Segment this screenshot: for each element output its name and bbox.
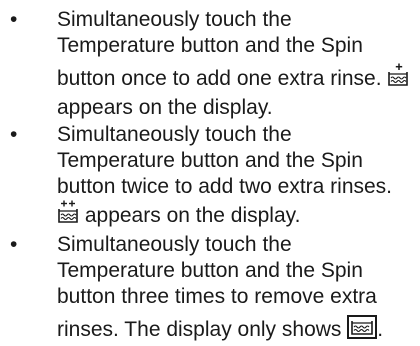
instruction-list: • Simultaneously touch the Temperature b…	[0, 0, 420, 341]
list-item: • Simultaneously touch the Temperature b…	[0, 122, 420, 232]
item-line: Simultaneously touch the	[57, 123, 292, 146]
item-line: Temperature button and the Spin	[57, 34, 363, 57]
item-line: Temperature button and the Spin	[57, 149, 363, 172]
item-line: button three times to remove extra	[57, 285, 377, 308]
item-line: Simultaneously touch the	[57, 233, 292, 256]
rinse-icon	[347, 315, 378, 339]
item-line: button once to add one extra rinse.	[57, 63, 420, 95]
item-line: appears on the display.	[57, 96, 273, 119]
item-line: appears on the display.	[57, 200, 420, 232]
rinse-plus-two-icon	[57, 200, 79, 224]
bullet: •	[10, 233, 18, 256]
list-item: • Simultaneously touch the Temperature b…	[0, 232, 420, 346]
item-text: button once to add one extra rinse.	[57, 67, 382, 90]
list-item: • Simultaneously touch the Temperature b…	[0, 7, 420, 121]
rinse-plus-one-icon	[387, 63, 409, 87]
item-text: rinses. The display only shows	[57, 318, 342, 341]
item-line: rinses. The display only shows .	[57, 314, 420, 346]
item-line: Simultaneously touch the	[57, 8, 292, 31]
bullet: •	[10, 123, 18, 146]
item-line: button twice to add two extra rinses.	[57, 175, 393, 198]
item-line: Temperature button and the Spin	[57, 259, 363, 282]
item-text: appears on the display.	[84, 204, 301, 227]
bullet: •	[10, 8, 18, 31]
item-text: .	[377, 318, 384, 341]
